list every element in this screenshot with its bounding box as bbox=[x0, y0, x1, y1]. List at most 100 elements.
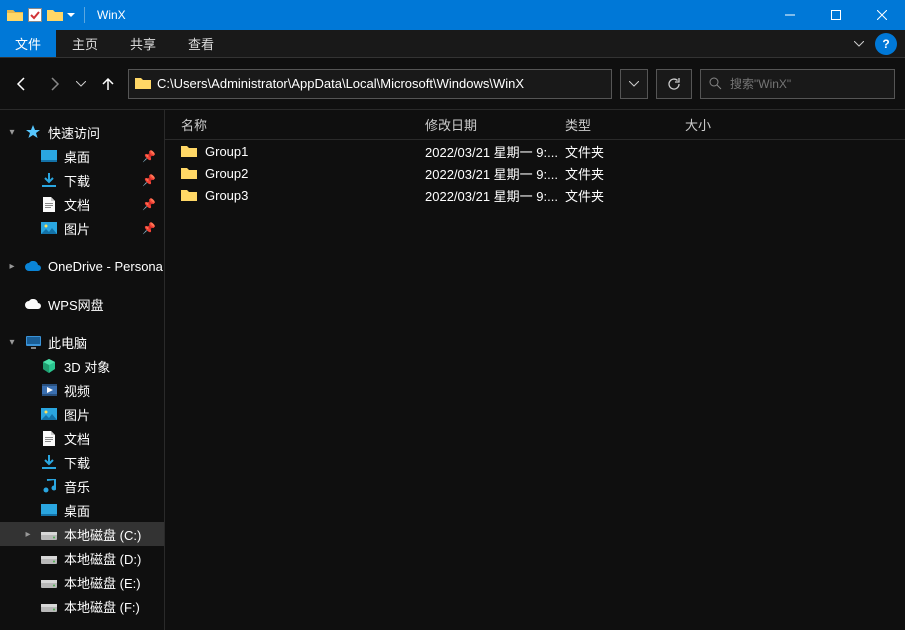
document-icon bbox=[40, 429, 58, 447]
tab-share[interactable]: 共享 bbox=[114, 30, 172, 57]
file-date: 2022/03/21 星期一 9:... bbox=[425, 186, 565, 205]
sidebar-pc-item[interactable]: 本地磁盘 (D:) bbox=[0, 546, 164, 570]
folder-icon bbox=[181, 189, 197, 202]
sidebar-pc-item[interactable]: 下载 bbox=[0, 450, 164, 474]
help-button[interactable]: ? bbox=[875, 33, 897, 55]
separator bbox=[84, 7, 85, 23]
sidebar-item-label: 快速访问 bbox=[48, 123, 100, 142]
up-button[interactable] bbox=[96, 72, 120, 96]
file-date: 2022/03/21 星期一 9:... bbox=[425, 164, 565, 183]
drive-icon bbox=[40, 525, 58, 543]
file-row[interactable]: Group1 2022/03/21 星期一 9:...文件夹 bbox=[165, 140, 905, 162]
sidebar-pc-item[interactable]: ▸本地磁盘 (C:) bbox=[0, 522, 164, 546]
sidebar-pc-item[interactable]: 音乐 bbox=[0, 474, 164, 498]
search-input[interactable] bbox=[730, 77, 886, 91]
sidebar-item-label: 下载 bbox=[64, 171, 90, 190]
sidebar-pc-item[interactable]: 文档 bbox=[0, 426, 164, 450]
checkbox-icon[interactable] bbox=[26, 6, 44, 24]
column-type[interactable]: 类型 bbox=[565, 115, 685, 134]
cloud-icon bbox=[24, 295, 42, 313]
sidebar-item-label: 音乐 bbox=[64, 477, 90, 496]
sidebar-pc-item[interactable]: 本地磁盘 (F:) bbox=[0, 594, 164, 618]
sidebar-item-label: 图片 bbox=[64, 219, 90, 238]
address-dropdown-button[interactable] bbox=[620, 69, 648, 99]
column-name[interactable]: 名称 bbox=[165, 115, 425, 134]
desktop-icon bbox=[40, 147, 58, 165]
file-tab[interactable]: 文件 bbox=[0, 30, 56, 57]
dropdown-icon[interactable] bbox=[66, 6, 76, 24]
music-icon bbox=[40, 477, 58, 495]
sidebar-quick-item[interactable]: 下载📌 bbox=[0, 168, 164, 192]
drive-icon bbox=[40, 549, 58, 567]
document-icon bbox=[40, 195, 58, 213]
folder-icon bbox=[129, 77, 157, 90]
recent-locations-button[interactable] bbox=[74, 72, 88, 96]
pin-icon: 📌 bbox=[142, 222, 156, 235]
minimize-button[interactable] bbox=[767, 0, 813, 30]
folder-icon bbox=[6, 6, 24, 24]
sidebar-pc-item[interactable]: 图片 bbox=[0, 402, 164, 426]
star-icon bbox=[24, 123, 42, 141]
collapse-icon[interactable]: ▾ bbox=[6, 337, 18, 348]
file-date: 2022/03/21 星期一 9:... bbox=[425, 142, 565, 161]
sidebar-item-label: WPS网盘 bbox=[48, 295, 104, 314]
sidebar-this-pc[interactable]: ▾ 此电脑 bbox=[0, 330, 164, 354]
drive-icon bbox=[40, 597, 58, 615]
sidebar-item-label: 桌面 bbox=[64, 147, 90, 166]
sidebar-pc-item[interactable]: 本地磁盘 (E:) bbox=[0, 570, 164, 594]
picture-icon bbox=[40, 405, 58, 423]
file-name: Group1 bbox=[205, 144, 248, 159]
address-input[interactable] bbox=[157, 70, 611, 98]
file-row[interactable]: Group32022/03/21 星期一 9:...文件夹 bbox=[165, 184, 905, 206]
search-box[interactable] bbox=[700, 69, 895, 99]
sidebar-wps[interactable]: WPS网盘 bbox=[0, 292, 164, 316]
maximize-button[interactable] bbox=[813, 0, 859, 30]
column-date[interactable]: 修改日期 bbox=[425, 115, 565, 134]
sidebar-item-label: 本地磁盘 (D:) bbox=[64, 549, 141, 568]
file-type: 文件夹 bbox=[565, 142, 685, 161]
navigation-pane[interactable]: ▾ 快速访问 桌面📌下载📌文档📌 图片 📌 ▸ OneDrive - Persona… bbox=[0, 110, 165, 630]
ribbon: 文件 主页 共享 查看 ? bbox=[0, 30, 905, 58]
folder-icon bbox=[181, 167, 197, 180]
tab-home[interactable]: 主页 bbox=[56, 30, 114, 57]
close-button[interactable] bbox=[859, 0, 905, 30]
sidebar-item-label: OneDrive - Persona bbox=[48, 259, 163, 274]
folder-small-icon[interactable] bbox=[46, 6, 64, 24]
desktop-icon bbox=[40, 501, 58, 519]
sidebar-pc-item[interactable]: 视频 bbox=[0, 378, 164, 402]
picture-icon bbox=[40, 219, 58, 237]
sidebar-item-label: 图片 bbox=[64, 405, 90, 424]
sidebar-item-label: 本地磁盘 (C:) bbox=[64, 525, 141, 544]
sidebar-pc-item[interactable]: 3D 对象 bbox=[0, 354, 164, 378]
sidebar-quick-item[interactable]: 桌面📌 bbox=[0, 144, 164, 168]
download-icon bbox=[40, 453, 58, 471]
drive-icon bbox=[40, 573, 58, 591]
back-button[interactable] bbox=[10, 72, 34, 96]
window-buttons bbox=[767, 0, 905, 30]
tab-view[interactable]: 查看 bbox=[172, 30, 230, 57]
address-bar[interactable] bbox=[128, 69, 612, 99]
collapse-icon[interactable]: ▾ bbox=[6, 127, 18, 138]
file-list[interactable]: 名称 修改日期 类型 大小 Group1 2022/03/21 星期一 9:...… bbox=[165, 110, 905, 630]
sidebar-onedrive[interactable]: ▸ OneDrive - Persona bbox=[0, 254, 164, 278]
video-icon bbox=[40, 381, 58, 399]
sidebar-pc-item[interactable]: 桌面 bbox=[0, 498, 164, 522]
sidebar-quick-item[interactable]: 文档📌 bbox=[0, 192, 164, 216]
navigation-bar bbox=[0, 58, 905, 110]
sidebar-quick-item[interactable]: 图片 📌 bbox=[0, 216, 164, 240]
column-headers: 名称 修改日期 类型 大小 bbox=[165, 110, 905, 140]
sidebar-item-label: 本地磁盘 (E:) bbox=[64, 573, 141, 592]
3d-icon bbox=[40, 357, 58, 375]
file-row[interactable]: Group22022/03/21 星期一 9:...文件夹 bbox=[165, 162, 905, 184]
sidebar-item-label: 此电脑 bbox=[48, 333, 87, 352]
sidebar-quick-access[interactable]: ▾ 快速访问 bbox=[0, 120, 164, 144]
file-name: Group3 bbox=[205, 188, 248, 203]
column-size[interactable]: 大小 bbox=[685, 115, 765, 134]
refresh-button[interactable] bbox=[656, 69, 692, 99]
sidebar-item-label: 下载 bbox=[64, 453, 90, 472]
sidebar-item-label: 文档 bbox=[64, 195, 90, 214]
ribbon-expand-button[interactable] bbox=[845, 30, 873, 57]
file-name: Group2 bbox=[205, 166, 248, 181]
expand-icon[interactable]: ▸ bbox=[6, 261, 18, 272]
forward-button[interactable] bbox=[42, 72, 66, 96]
